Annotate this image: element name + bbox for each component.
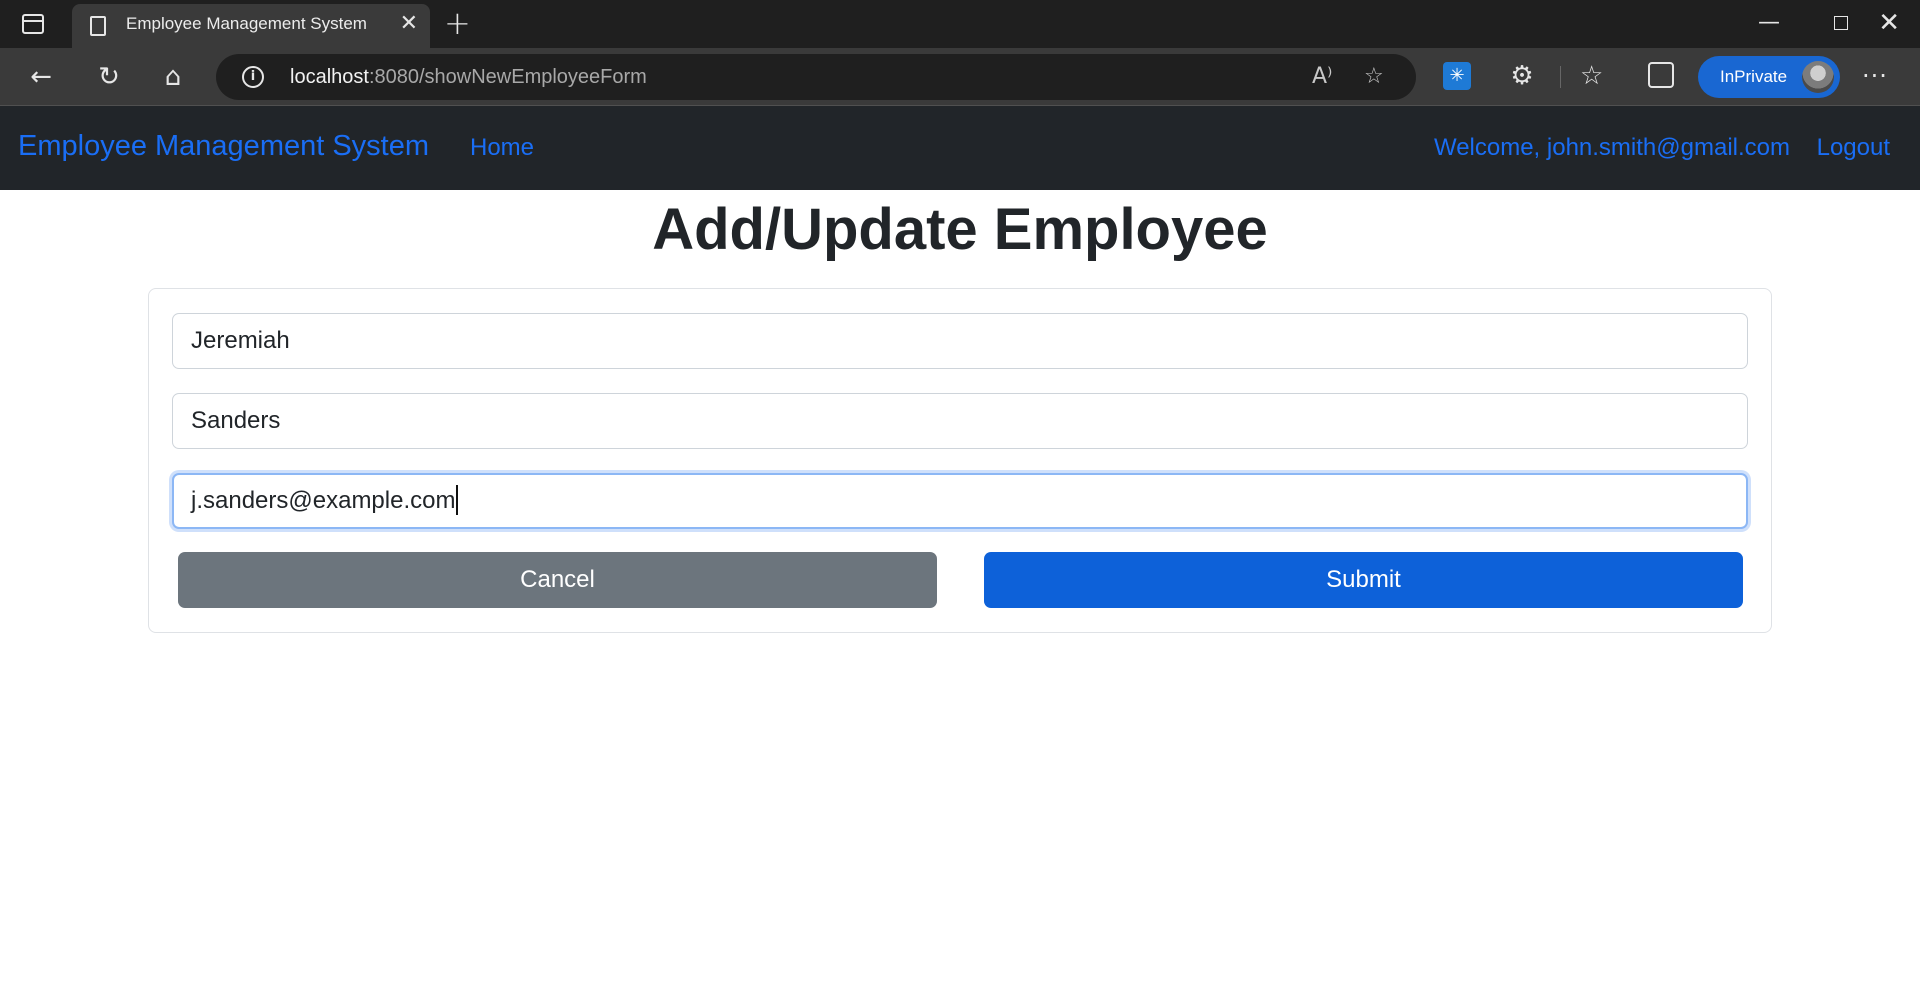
page-title: Add/Update Employee (652, 197, 1268, 262)
email-input-value: j.sanders@example.com (191, 487, 456, 514)
inprivate-button[interactable]: InPrivate (1698, 56, 1840, 98)
favorites-icon[interactable]: ☆ (1580, 60, 1603, 92)
add-favorite-icon[interactable]: ☆ (1364, 64, 1384, 90)
maximize-icon[interactable] (1834, 6, 1848, 41)
browser-tab-strip: Employee Management System ✕ + — ✕ (0, 0, 1920, 48)
back-arrow-icon[interactable]: ← (24, 60, 58, 94)
text-caret (456, 484, 459, 515)
browser-toolbar: ← ↻ ⌂ i localhost:8080/showNewEmployeeFo… (0, 48, 1920, 106)
inprivate-label: InPrivate (1720, 67, 1788, 86)
cancel-button[interactable]: Cancel (178, 552, 937, 608)
site-info-icon[interactable]: i (242, 66, 264, 88)
logout-link[interactable]: Logout (1817, 134, 1890, 162)
url-text[interactable]: localhost:8080/showNewEmployeeForm (290, 66, 647, 89)
first-name-input[interactable]: Jeremiah (172, 313, 1748, 369)
close-tab-icon[interactable]: ✕ (400, 12, 418, 36)
extensions-puzzle-icon[interactable]: ⚙ (1508, 62, 1536, 90)
last-name-input[interactable]: Sanders (172, 393, 1748, 449)
toolbar-divider (1560, 66, 1561, 88)
minimize-icon[interactable]: — (1758, 6, 1780, 40)
refresh-icon[interactable]: ↻ (92, 60, 126, 94)
tab-title: Employee Management System (126, 14, 367, 33)
tab-actions-icon[interactable] (22, 14, 44, 34)
read-aloud-icon[interactable]: A⁾ (1312, 64, 1332, 90)
employee-form-card: Jeremiah Sanders j.sanders@example.com C… (148, 288, 1772, 633)
extension-icon[interactable]: ✳ (1443, 62, 1471, 90)
submit-button[interactable]: Submit (984, 552, 1743, 608)
app-navbar: Employee Management System Home Welcome,… (0, 106, 1920, 190)
welcome-user-link[interactable]: Welcome, john.smith@gmail.com (1434, 134, 1790, 162)
browser-tab[interactable]: Employee Management System ✕ (72, 4, 430, 48)
brand-link[interactable]: Employee Management System (18, 130, 429, 163)
profile-avatar (1802, 61, 1834, 93)
new-tab-icon[interactable]: + (444, 6, 471, 40)
address-bar[interactable]: i localhost:8080/showNewEmployeeForm A⁾ … (216, 54, 1416, 100)
home-icon[interactable]: ⌂ (156, 60, 190, 94)
collections-icon[interactable] (1648, 62, 1674, 88)
nav-home-link[interactable]: Home (470, 134, 534, 162)
page-icon (90, 16, 106, 36)
more-options-icon[interactable]: ··· (1862, 60, 1888, 92)
email-input[interactable]: j.sanders@example.com (172, 473, 1748, 529)
window-close-icon[interactable]: ✕ (1878, 6, 1900, 40)
